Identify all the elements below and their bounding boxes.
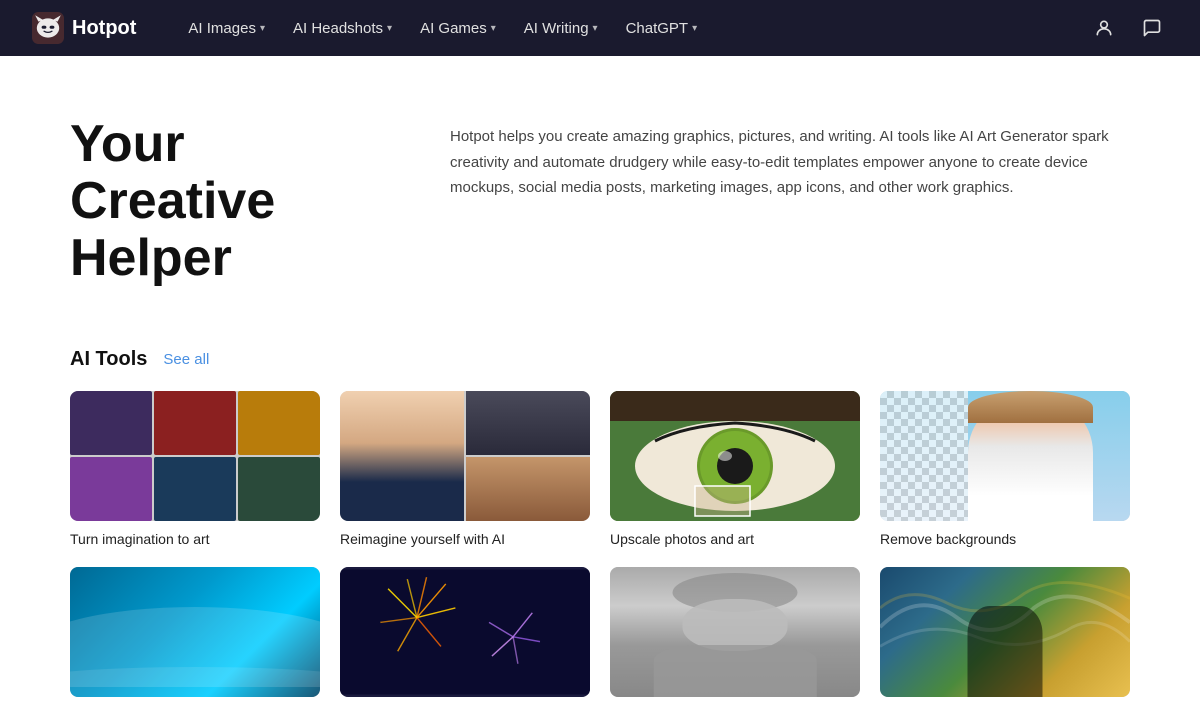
tool-card-painting[interactable] — [880, 567, 1130, 707]
wave-shape-2 — [70, 667, 320, 697]
tool-painting-image — [880, 567, 1130, 697]
chevron-down-icon: ▾ — [491, 23, 496, 34]
tool-card-upscale[interactable]: Upscale photos and art — [610, 391, 860, 547]
hero-title: Your Creative Helper — [70, 116, 370, 288]
art-cell — [154, 391, 236, 455]
nav-item-ai-images[interactable]: AI Images ▾ — [176, 14, 277, 43]
tool-card-fireworks[interactable] — [340, 567, 590, 707]
chevron-down-icon: ▾ — [387, 23, 392, 34]
navbar: Hotpot AI Images ▾ AI Headshots ▾ AI Gam… — [0, 0, 1200, 56]
hero-description: Hotpot helps you create amazing graphics… — [450, 116, 1130, 201]
painting-visual — [880, 567, 1130, 697]
tool-bg-remove-label: Remove backgrounds — [880, 531, 1130, 547]
fireworks-visual — [340, 567, 590, 697]
nav-item-ai-games[interactable]: AI Games ▾ — [408, 14, 508, 43]
portrait-face — [683, 599, 788, 651]
nav-icon-group — [1088, 12, 1168, 44]
portrait-body — [654, 645, 817, 697]
main-content: Your Creative Helper Hotpot helps you cr… — [30, 56, 1170, 707]
hero-section: Your Creative Helper Hotpot helps you cr… — [70, 116, 1130, 288]
tool-wave-image — [70, 567, 320, 697]
logo[interactable]: Hotpot — [32, 12, 136, 44]
user-icon — [1094, 18, 1114, 38]
headshot-cell — [466, 457, 590, 521]
checker-pattern — [880, 391, 968, 521]
nav-item-chatgpt[interactable]: ChatGPT ▾ — [614, 14, 710, 43]
headshot-cell — [466, 391, 590, 455]
ai-tools-section: AI Tools See all Turn imagination to art — [70, 348, 1130, 707]
art-cell — [154, 457, 236, 521]
headshot-cell — [340, 391, 464, 521]
tools-grid: Turn imagination to art Reimagine yourse… — [70, 391, 1130, 707]
user-icon-button[interactable] — [1088, 12, 1120, 44]
hair-shape — [968, 391, 1093, 424]
art-cell — [238, 457, 320, 521]
chevron-down-icon: ▾ — [593, 23, 598, 34]
tool-card-art[interactable]: Turn imagination to art — [70, 391, 320, 547]
art-cell — [70, 391, 152, 455]
chevron-down-icon: ▾ — [260, 23, 265, 34]
tool-portrait-image — [610, 567, 860, 697]
wave-visual — [70, 567, 320, 697]
section-header: AI Tools See all — [70, 348, 1130, 371]
tool-upscale-image — [610, 391, 860, 521]
tool-art-label: Turn imagination to art — [70, 531, 320, 547]
nav-item-ai-writing[interactable]: AI Writing ▾ — [512, 14, 610, 43]
logo-text: Hotpot — [72, 17, 136, 40]
chat-icon — [1142, 18, 1162, 38]
hotpot-logo-icon — [32, 12, 64, 44]
page-heading: Your Creative Helper — [70, 116, 370, 288]
eye-visual — [610, 391, 860, 521]
tool-card-portrait[interactable] — [610, 567, 860, 707]
tool-headshots-image — [340, 391, 590, 521]
nav-item-ai-headshots[interactable]: AI Headshots ▾ — [281, 14, 404, 43]
nav-links: AI Images ▾ AI Headshots ▾ AI Games ▾ AI… — [176, 14, 1080, 43]
tool-art-image — [70, 391, 320, 521]
tool-headshots-label: Reimagine yourself with AI — [340, 531, 590, 547]
tool-bg-remove-image — [880, 391, 1130, 521]
tool-fireworks-image — [340, 567, 590, 697]
bg-remove-visual — [880, 391, 1130, 521]
art-cell — [238, 391, 320, 455]
see-all-link[interactable]: See all — [163, 351, 209, 368]
figure-silhouette — [968, 606, 1043, 697]
tool-upscale-label: Upscale photos and art — [610, 531, 860, 547]
tool-card-headshots[interactable]: Reimagine yourself with AI — [340, 391, 590, 547]
chevron-down-icon: ▾ — [692, 23, 697, 34]
chat-icon-button[interactable] — [1136, 12, 1168, 44]
tool-card-bg-remove[interactable]: Remove backgrounds — [880, 391, 1130, 547]
art-cell — [70, 457, 152, 521]
tool-card-wave[interactable] — [70, 567, 320, 707]
section-title: AI Tools — [70, 348, 147, 371]
portrait-visual — [610, 567, 860, 697]
